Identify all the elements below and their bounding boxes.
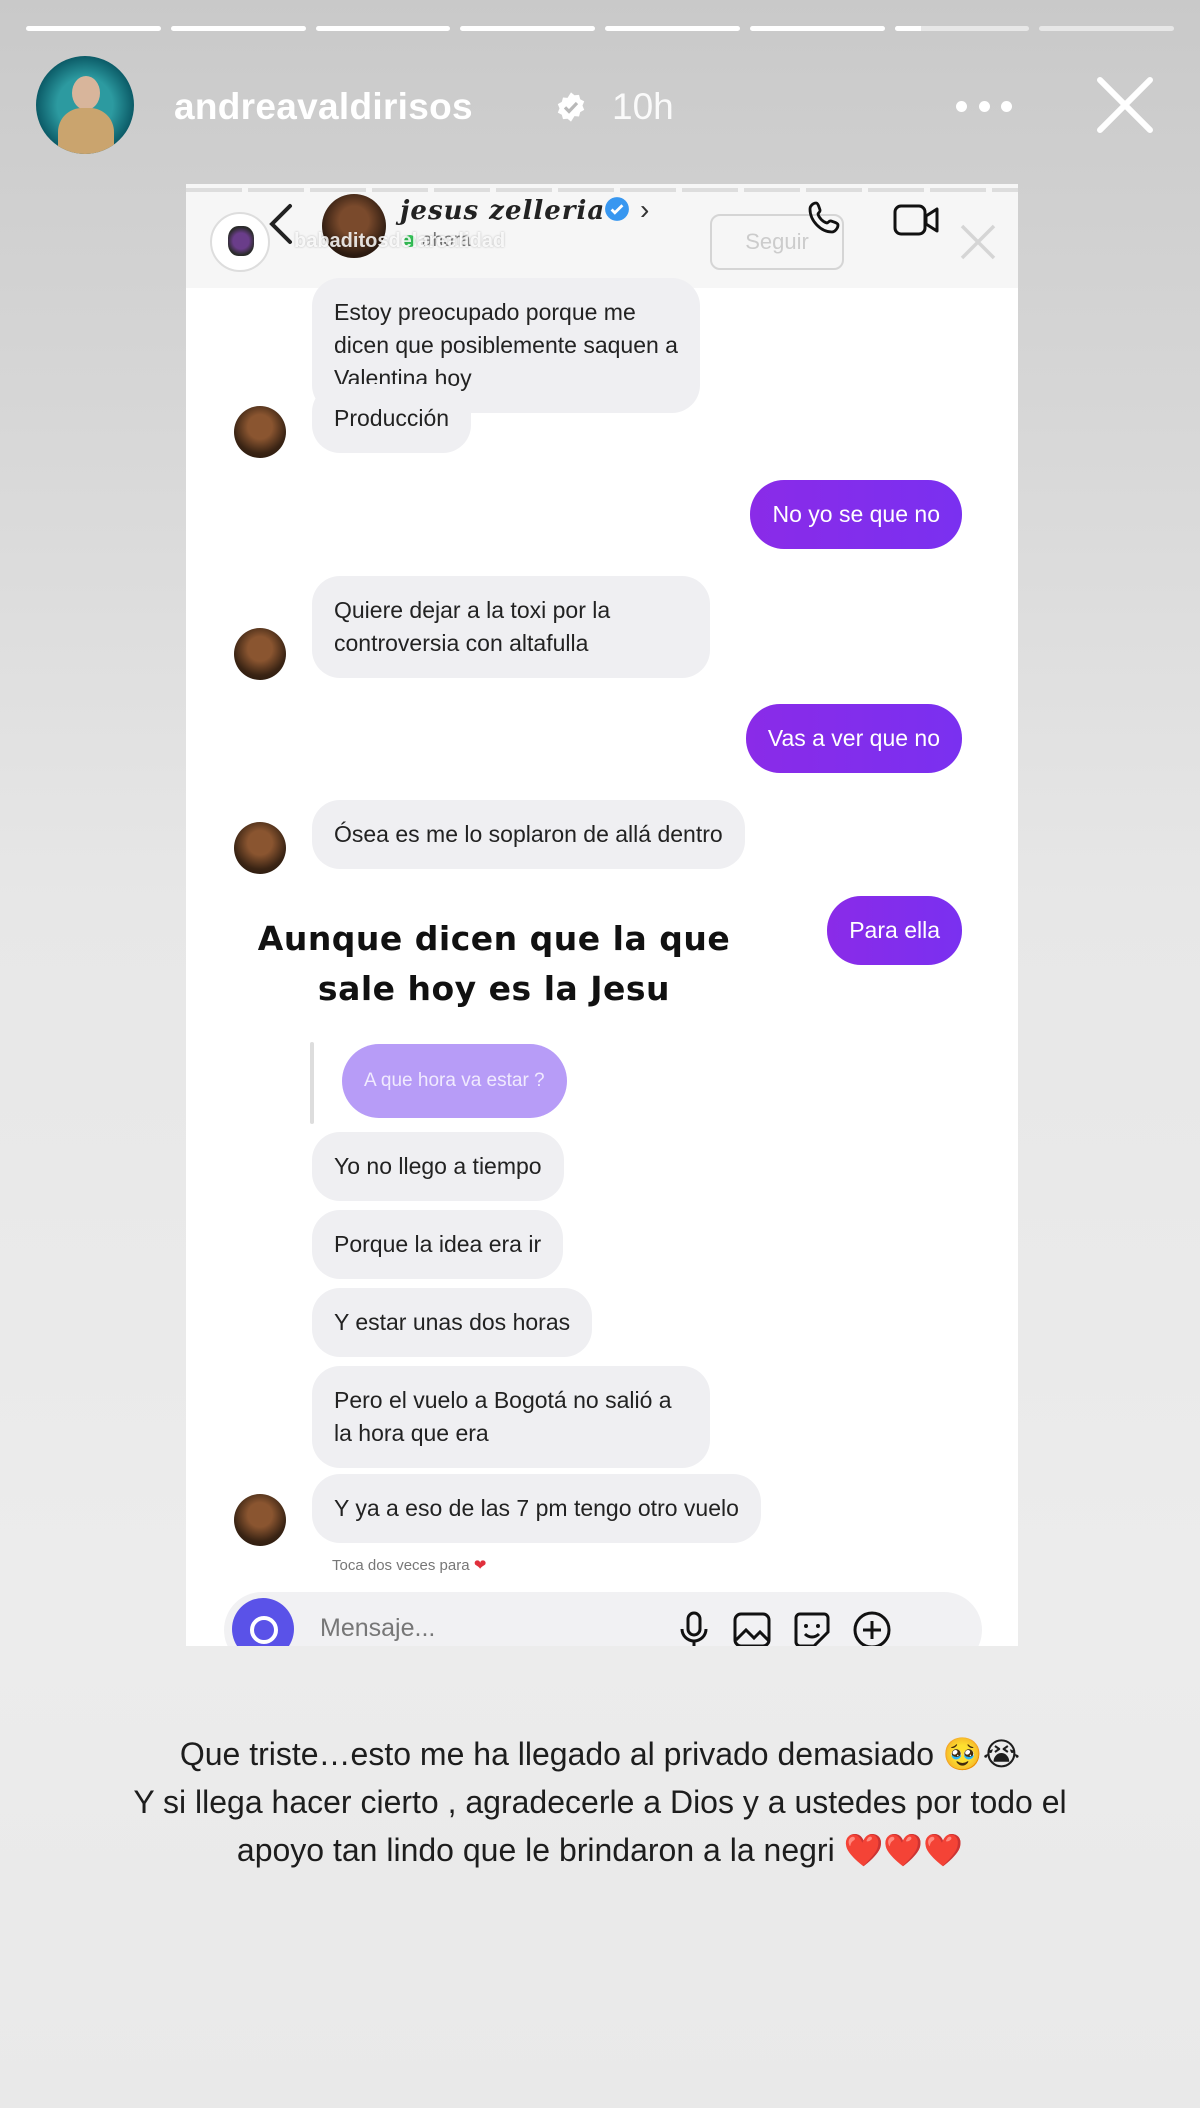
chat-contact-name: jesus zelleria <box>400 196 606 226</box>
avatar-face <box>72 76 100 110</box>
message-bubble: Para ella <box>827 896 962 965</box>
progress-segment <box>749 26 885 31</box>
message-incoming: Yo no llego a tiempo <box>312 1132 564 1201</box>
phone-icon <box>808 201 840 234</box>
reply-quote: A que hora va estar ? <box>342 1044 567 1118</box>
overlay-handle: babaditosdelarealidad <box>294 230 506 252</box>
chevron-right-icon: › <box>640 194 650 225</box>
camera-icon <box>232 1598 294 1646</box>
message-bubble: Y estar unas dos horas <box>312 1288 593 1357</box>
message-incoming: Porque la idea era ir <box>312 1210 564 1279</box>
more-horizontal-icon <box>956 100 967 112</box>
sticker-icon <box>794 1612 830 1646</box>
progress-fill <box>605 26 740 31</box>
message-composer: Mensaje... <box>224 1592 982 1646</box>
story-username[interactable]: andreavaldirisos <box>174 86 473 128</box>
add-circle-icon <box>853 1611 891 1646</box>
heart-icon: ❤ <box>473 1557 487 1574</box>
profile-avatar[interactable] <box>36 56 134 154</box>
progress-segment <box>605 26 740 31</box>
progress-fill <box>26 26 161 31</box>
message-avatar <box>234 628 286 680</box>
message-bubble: Quiere dejar a la toxi por la controvers… <box>312 576 710 678</box>
message-bubble: Producción <box>312 384 472 453</box>
message-incoming: Y ya a eso de las 7 pm tengo otro vuelo <box>312 1474 761 1543</box>
message-bubble: Ósea es me lo soplaron de allá dentro <box>312 800 745 869</box>
progress-fill <box>315 26 451 31</box>
progress-segment <box>1039 26 1174 31</box>
message-avatar <box>234 406 286 458</box>
avatar-body <box>58 108 114 154</box>
message-bubble: No yo se que no <box>750 480 962 549</box>
video-call-icon <box>893 204 939 236</box>
story-timestamp: 10h <box>612 86 674 127</box>
progress-fill <box>460 26 595 31</box>
message-bubble: Vas a ver que no <box>745 704 962 773</box>
message-incoming: Quiere dejar a la toxi por la controvers… <box>312 576 710 678</box>
close-icon[interactable] <box>1092 72 1158 138</box>
overlay-account-avatar <box>210 212 270 272</box>
message-bubble: Porque la idea era ir <box>312 1210 564 1279</box>
progress-fill <box>894 26 922 31</box>
story-header: andreavaldirisos 10h <box>36 56 1164 156</box>
reply-bar <box>310 1042 314 1124</box>
story-progress <box>26 26 1174 33</box>
more-options-button[interactable] <box>956 86 1012 126</box>
sticker-overlay-text: Aunque dicen que la que sale hoy es la J… <box>257 919 731 1008</box>
message-outgoing: Para ella <box>827 896 962 965</box>
hearts-emoji: ❤️❤️❤️ <box>843 1832 964 1868</box>
message-bubble: Yo no llego a tiempo <box>312 1132 564 1201</box>
progress-segment <box>460 26 595 31</box>
progress-segment <box>170 26 306 31</box>
caption-line-2: Y si llega hacer cierto , agradecerle a … <box>133 1784 1067 1820</box>
progress-segment <box>315 26 451 31</box>
message-outgoing: No yo se que no <box>750 480 962 549</box>
overlay-close-icon <box>960 224 996 260</box>
message-incoming: Pero el vuelo a Bogotá no salió a la hor… <box>312 1366 710 1468</box>
caption-line-3: apoyo tan lindo que le brindaron a la ne… <box>236 1832 964 1868</box>
microphone-icon <box>680 1611 708 1646</box>
double-tap-hint: Toca dos veces para ❤ <box>332 1557 487 1574</box>
progress-segment <box>26 26 161 31</box>
shared-chat-screenshot: jesus zelleria › ahora babaditosdelareal… <box>186 184 1018 1646</box>
gallery-icon <box>733 1612 771 1646</box>
chat-verified-icon <box>605 197 629 221</box>
verified-badge-icon <box>557 92 585 122</box>
message-avatar <box>234 822 286 874</box>
message-avatar <box>234 1494 286 1546</box>
message-incoming: Y estar unas dos horas <box>312 1288 593 1357</box>
caption-line-1: Que triste…esto me ha llegado al privado… <box>179 1736 1021 1772</box>
back-arrow-icon <box>269 204 292 244</box>
progress-fill <box>749 26 885 31</box>
story-caption: Que triste…esto me ha llegado al privado… <box>30 1730 1170 1874</box>
message-incoming: Producción <box>312 384 472 453</box>
message-incoming: Ósea es me lo soplaron de allá dentro <box>312 800 745 869</box>
progress-segment <box>894 26 1030 31</box>
progress-fill <box>170 26 306 31</box>
message-bubble: Y ya a eso de las 7 pm tengo otro vuelo <box>312 1474 761 1543</box>
message-outgoing: Vas a ver que no <box>745 704 962 773</box>
message-bubble: Pero el vuelo a Bogotá no salió a la hor… <box>312 1366 710 1468</box>
chat-header: jesus zelleria › ahora babaditosdelareal… <box>186 184 1018 288</box>
composer-placeholder: Mensaje... <box>320 1614 436 1642</box>
